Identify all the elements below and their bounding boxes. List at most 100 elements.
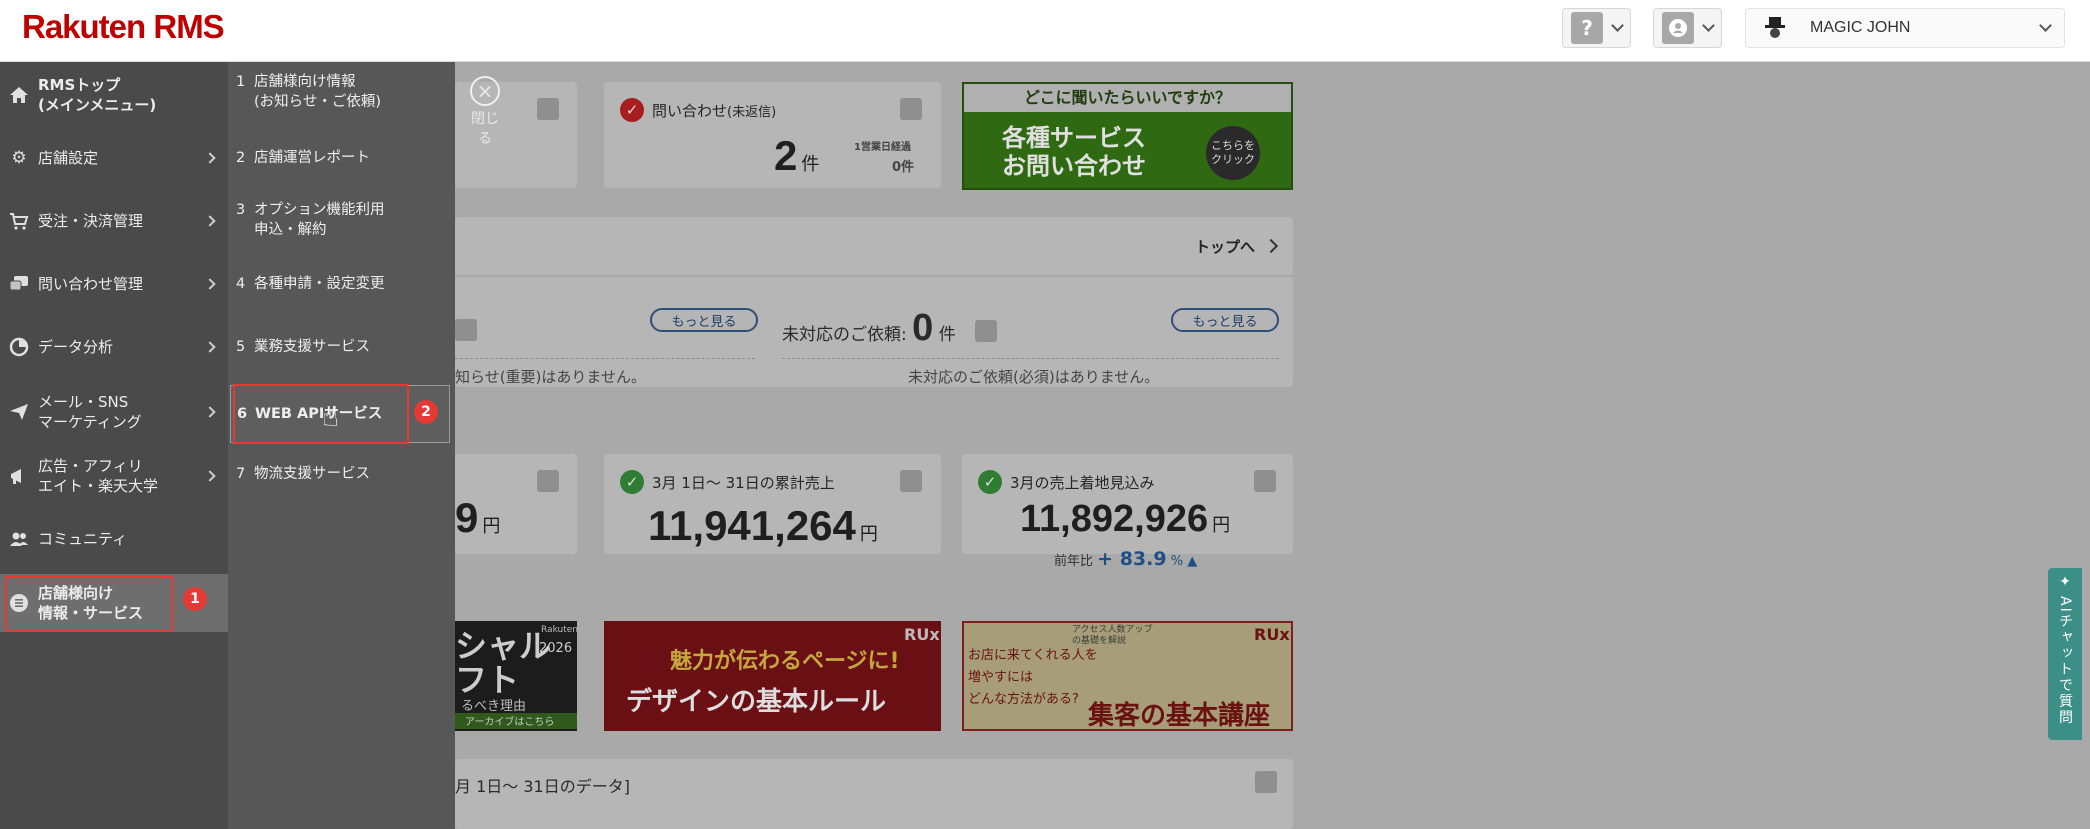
cumulative-sales-title: 3月 1日〜 31日の累計売上 [652, 474, 835, 492]
nav-item-orders[interactable]: 受注・決済管理 [0, 197, 228, 245]
info-icon [1255, 771, 1277, 793]
sub-item-number: 3 [236, 202, 246, 218]
sub-item-business-support[interactable]: 5 業務支援サービス [236, 337, 446, 357]
people-icon [8, 528, 30, 550]
sub-item-operation-report[interactable]: 2 店舗運営レポート [236, 148, 446, 168]
sales-forecast-card[interactable]: ✓ 3月の売上着地見込み 11,892,926 円 前年比 + 83.9 % ▲ [962, 454, 1293, 570]
promo2-text2: デザインの基本ルール [626, 687, 887, 717]
nav-item-store-settings[interactable]: ⚙ 店舗設定 [0, 134, 228, 182]
shop-user-menu[interactable]: MAGIC JOHN [1745, 8, 2065, 48]
promo3-main: 集客の基本講座 [1088, 701, 1271, 731]
shop-user-name: MAGIC JOHN [1810, 19, 1911, 36]
dashboard-main: ✓ 問い合わせ(未返信) 2件 1営業日経過 0件 どこに聞いたらいいですか？ … [455, 62, 2090, 829]
cumulative-sales-unit: 円 [859, 524, 878, 544]
promo-banner-design[interactable]: RUx 魅力が伝わるページに! デザインの基本ルール [604, 621, 941, 731]
promo-banner-marketing[interactable]: RUx アクセス人数アップ の基礎を解説 お店に来てくれる人を 増やすには どん… [962, 621, 1293, 731]
send-icon [8, 401, 30, 423]
more-button-2[interactable]: もっと見る [1171, 308, 1279, 332]
sub-item-label: 業務支援サービス [254, 339, 370, 355]
yoy-value: + 83.9 [1097, 548, 1167, 570]
promo3-brand: RUx [1254, 625, 1290, 644]
promo3-small: アクセス人数アップ の基礎を解説 [1072, 625, 1153, 646]
inquiry-count: 2 [774, 132, 798, 179]
chevron-down-icon [2039, 19, 2052, 32]
cumulative-sales-card[interactable]: ✓ 3月 1日〜 31日の累計売上 11,941,264 円 [604, 454, 941, 554]
info-icon [455, 319, 477, 341]
nav-item-community[interactable]: コミュニティ [0, 515, 228, 563]
chevron-right-icon [204, 278, 216, 290]
service-inquiry-banner[interactable]: どこに聞いたらいいですか？ 各種サービス お問い合わせ こちらを クリック [962, 82, 1293, 190]
promo2-text1: 魅力が伝わるページに! [670, 649, 900, 674]
inquiry-unit: 件 [801, 154, 820, 174]
chevron-right-icon [204, 470, 216, 482]
chevron-down-icon [1611, 19, 1624, 32]
notice-section-body: もっと見る 未対応のご依頼: 0 件 もっと見る 知らせ(重要)はありません。 … [455, 277, 1293, 387]
sub-item-number: 5 [236, 339, 246, 355]
nav-item-rms-top[interactable]: RMSトップ (メインメニュー) [0, 66, 228, 124]
partial-sales-unit: 円 [482, 516, 501, 536]
chevron-right-icon [204, 406, 216, 418]
cumulative-sales-value: 11,941,264 [648, 502, 856, 549]
account-menu-button[interactable] [1653, 8, 1722, 48]
sub-item-logistics[interactable]: 7 物流支援サービス [236, 464, 446, 484]
chevron-right-icon [1263, 238, 1279, 254]
promo1-sub: るべき理由 [461, 699, 527, 714]
rakuten-rms-logo[interactable]: Rakuten RMS [22, 8, 225, 46]
inquiry-subtitle: (未返信) [727, 105, 777, 120]
notice-none-text: 知らせ(重要)はありません。 [455, 368, 646, 386]
sub-item-label: 物流支援サービス [254, 466, 370, 482]
sub-item-store-info[interactable]: 1 店舗様向け情報 (お知らせ・ご依頼) [236, 72, 446, 112]
inquiry-card[interactable]: ✓ 問い合わせ(未返信) 2件 1営業日経過 0件 [604, 82, 941, 188]
sub-item-label: 各種申請・設定変更 [254, 276, 385, 292]
ai-chat-tab[interactable]: ✦ AIチャットで質問 [2048, 568, 2082, 740]
promo1-year: 2026 [539, 641, 573, 656]
up-arrow-icon: ▲ [1187, 554, 1198, 569]
help-icon: ? [1571, 12, 1603, 44]
sub-item-number: 4 [236, 276, 246, 292]
nav-item-label: メール・SNS マーケティング [38, 393, 142, 431]
chevron-down-icon [1702, 19, 1715, 32]
chat-icon [8, 273, 30, 295]
info-icon [900, 98, 922, 120]
data-period-label: 月 1日〜 31日のデータ] [455, 777, 630, 796]
chevron-right-icon [204, 341, 216, 353]
promo2-brand: RUx [904, 625, 940, 644]
sub-item-label: オプション機能利用 申込・解約 [254, 202, 385, 238]
step2-highlight [233, 384, 409, 444]
chevron-right-icon [204, 152, 216, 164]
nav-item-analytics[interactable]: データ分析 [0, 323, 228, 371]
promo-banner-1[interactable]: シャル フト Rakuten 2026 るべき理由 アーカイブはこちら [455, 621, 578, 731]
sub-item-label: 店舗運営レポート [254, 150, 370, 166]
info-icon [900, 470, 922, 492]
divider [455, 358, 755, 359]
check-icon: ✓ [620, 470, 644, 494]
sub-item-number: 7 [236, 466, 246, 482]
top-link[interactable]: トップへ [1195, 236, 1255, 257]
top-header: Rakuten RMS ? MAGIC JOHN [0, 0, 2090, 62]
sales-forecast-title: 3月の売上着地見込み [1010, 474, 1155, 492]
nav-item-ads[interactable]: 広告・アフィリ エイト・楽天大学 [0, 450, 228, 502]
close-icon: × [470, 76, 500, 106]
pending-label: 未対応のご依頼: [782, 325, 907, 345]
nav-item-label: RMSトップ (メインメニュー) [38, 76, 157, 114]
promo1-top: Rakuten [541, 625, 578, 635]
nav-item-label: コミュニティ [38, 530, 128, 548]
sub-item-options[interactable]: 3 オプション機能利用 申込・解約 [236, 200, 446, 240]
more-button-1[interactable]: もっと見る [650, 308, 758, 332]
close-nav-button[interactable]: × 閉じる [465, 76, 505, 148]
nav-item-label: 広告・アフィリ エイト・楽天大学 [38, 457, 159, 495]
close-label: 閉じる [471, 111, 499, 147]
nav-item-inquiries[interactable]: 問い合わせ管理 [0, 260, 228, 308]
sparkle-icon: ✦ [2059, 574, 2071, 590]
help-menu-button[interactable]: ? [1562, 8, 1631, 48]
home-icon [8, 84, 30, 106]
nav-item-mail-sns[interactable]: メール・SNS マーケティング [0, 386, 228, 438]
step1-highlight [5, 576, 173, 632]
pending-none-text: 未対応のご依頼(必須)はありません。 [908, 368, 1160, 386]
pending-unit: 件 [938, 325, 956, 345]
step2-badge: 2 [414, 400, 438, 424]
nav-item-label: 受注・決済管理 [38, 212, 144, 230]
business-day-value: 0件 [892, 160, 915, 175]
sub-item-applications[interactable]: 4 各種申請・設定変更 [236, 274, 446, 294]
sub-item-label: 店舗様向け情報 (お知らせ・ご依頼) [254, 74, 382, 110]
